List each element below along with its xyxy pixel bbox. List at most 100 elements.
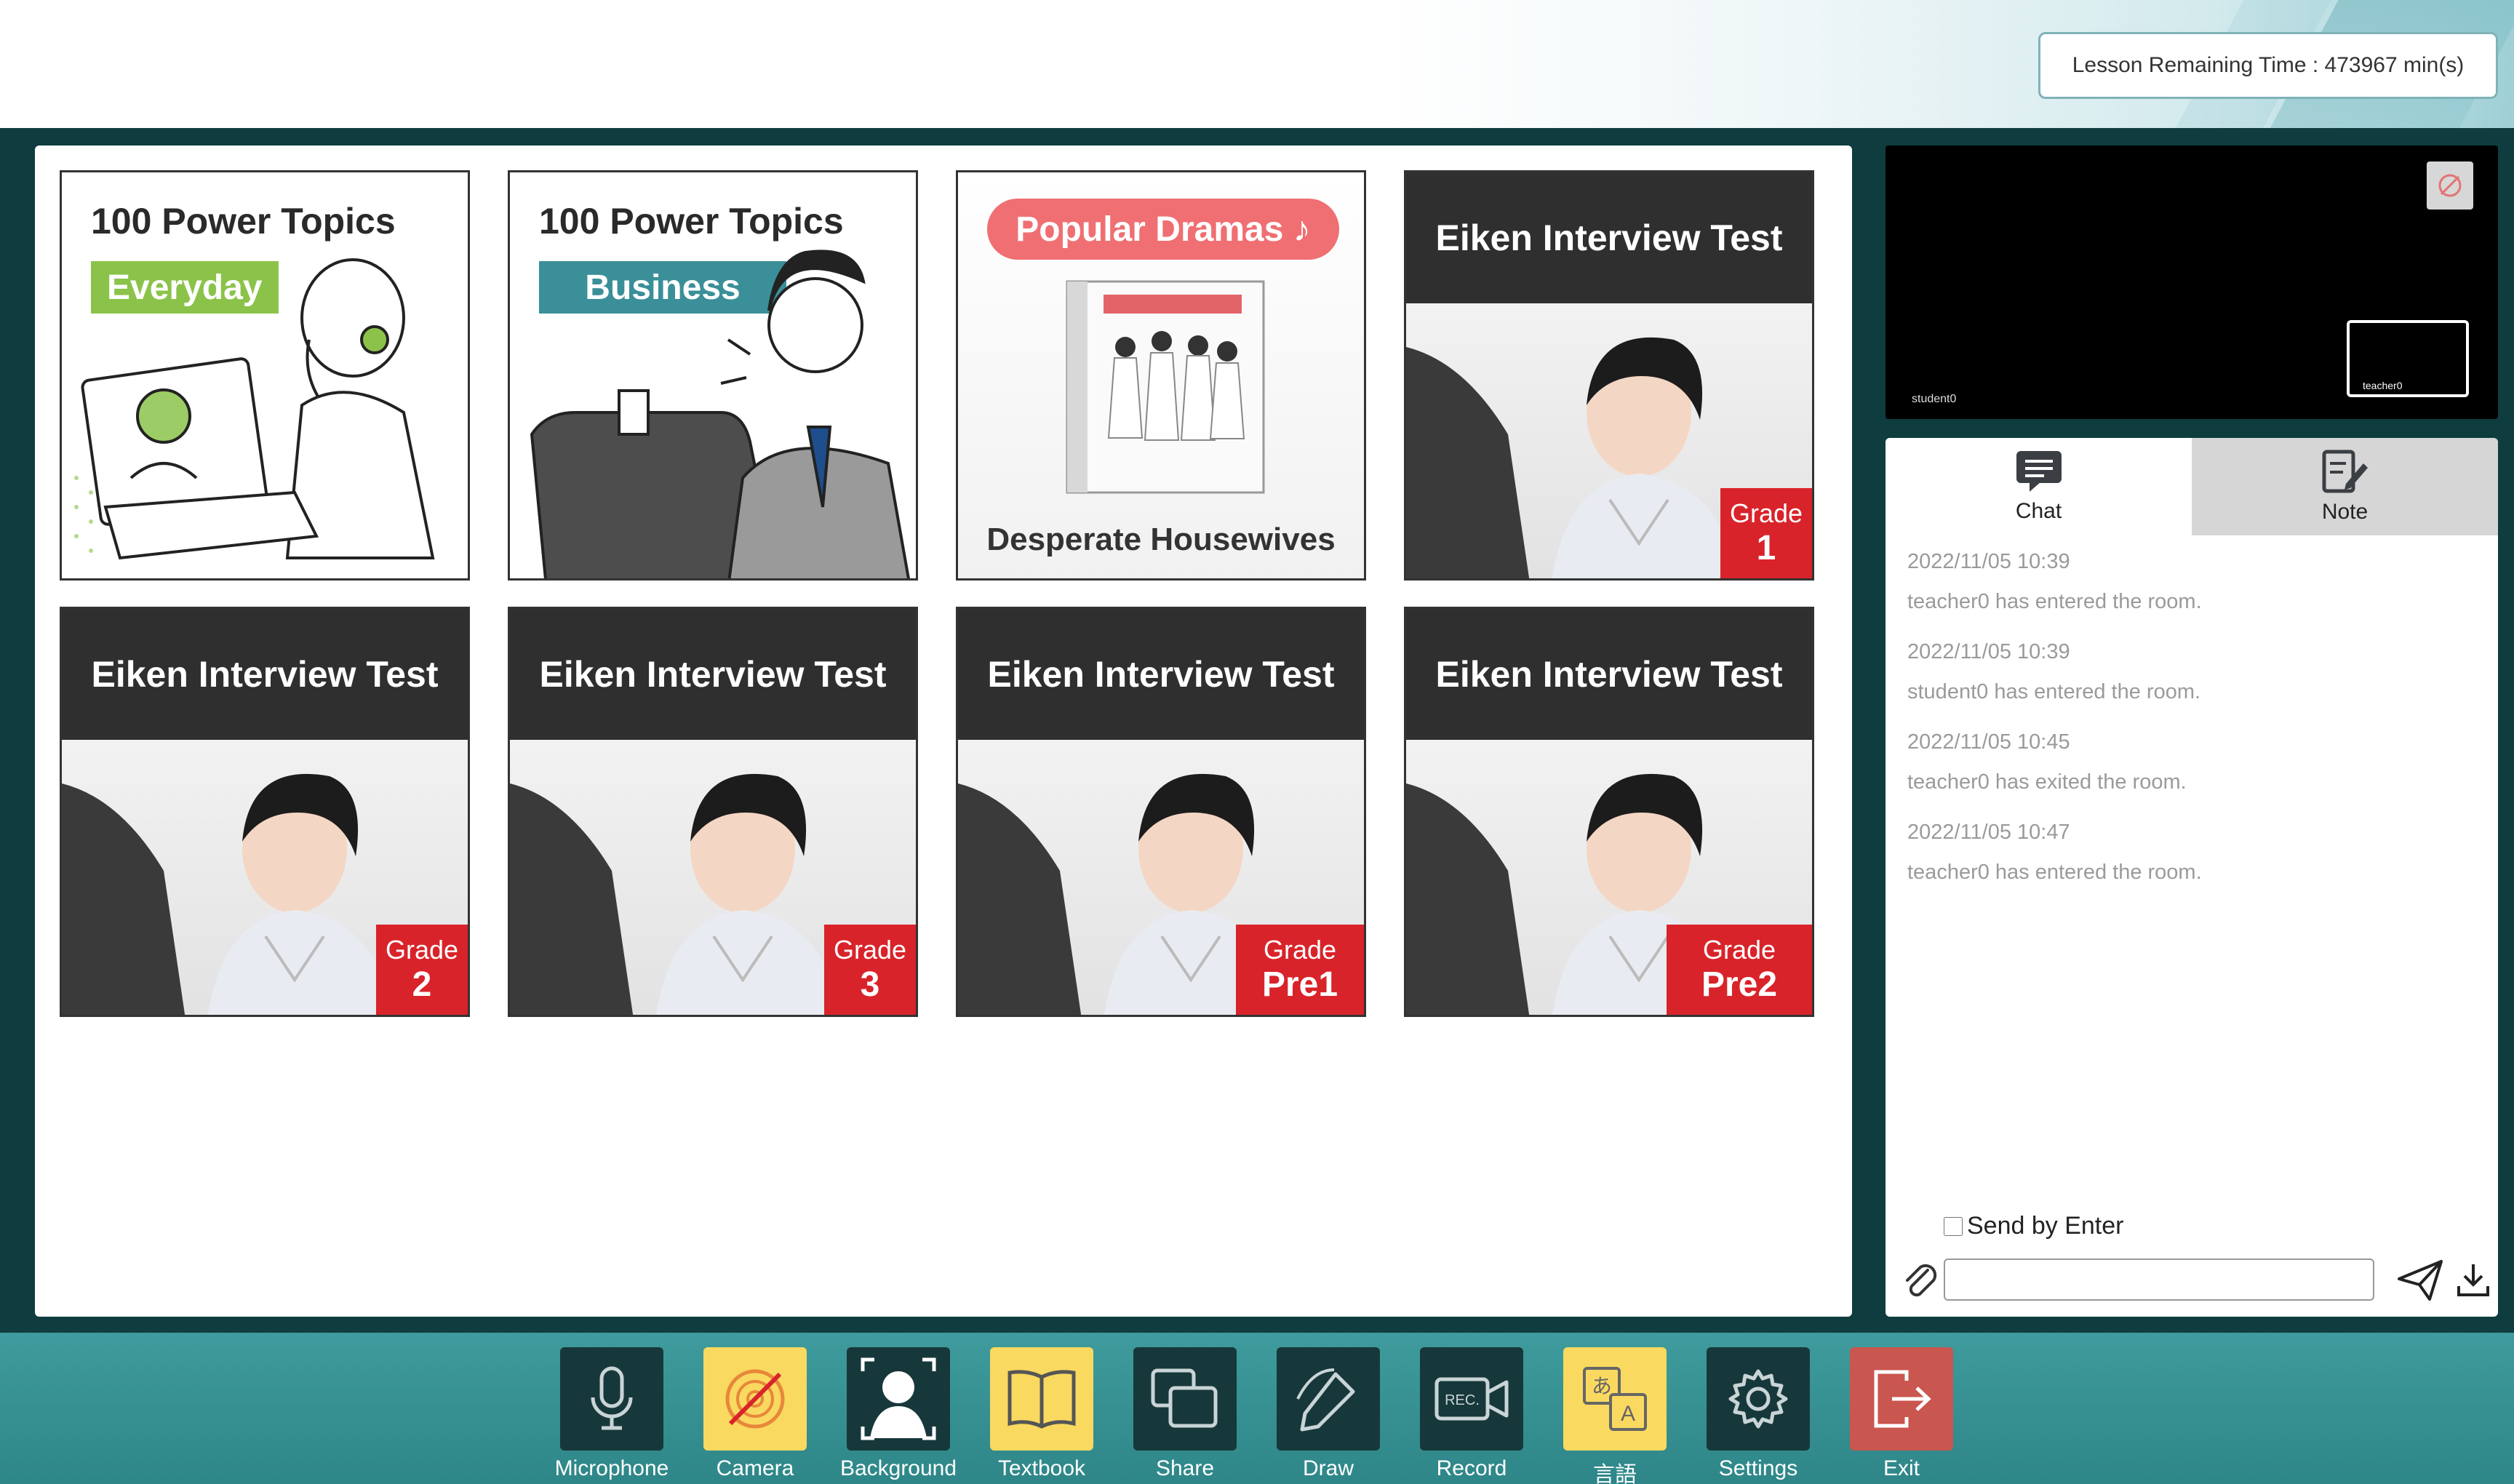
grade-label: Grade — [1729, 498, 1803, 528]
grade-badge: Grade Pre2 — [1667, 925, 1812, 1015]
grade-label: Grade — [385, 934, 459, 965]
bottom-toolbar: Microphone Camera Background Textbook Sh… — [0, 1333, 2514, 1484]
grade-value: 2 — [412, 965, 432, 1005]
message-timestamp: 2022/11/05 10:39 — [1907, 640, 2070, 663]
send-by-enter-label: Send by Enter — [1967, 1212, 2124, 1240]
textbook-card-eiken-grade-3[interactable]: Eiken Interview Test Grade 3 — [508, 607, 918, 1017]
chat-message: 2022/11/05 10:47 teacher0 has entered th… — [1907, 821, 2475, 885]
svg-text:A: A — [1621, 1402, 1635, 1426]
tab-chat-label: Chat — [2015, 499, 2062, 523]
grade-label: Grade — [833, 934, 907, 965]
microphone-button-face[interactable] — [560, 1347, 663, 1451]
language-button[interactable]: あ A 言語 — [1539, 1340, 1681, 1484]
draw-button[interactable]: Draw — [1252, 1340, 1394, 1480]
background-person-icon — [861, 1357, 936, 1440]
textbook-card-popular-dramas[interactable]: Popular Dramas ♪ Desperate Housewives — [956, 170, 1366, 581]
business-call-illustration — [530, 250, 910, 578]
record-label: Record — [1436, 1456, 1507, 1480]
textbook-button-face[interactable] — [990, 1347, 1093, 1451]
chat-message-input[interactable] — [1944, 1258, 2374, 1301]
grade-value: Pre1 — [1261, 965, 1338, 1005]
draw-label: Draw — [1302, 1456, 1354, 1480]
textbook-card-eiken-grade-1[interactable]: Eiken Interview Test Grade 1 — [1404, 170, 1814, 581]
drama-title: Desperate Housewives — [986, 522, 1336, 557]
card-title: Eiken Interview Test — [510, 609, 916, 740]
grade-value: 3 — [860, 965, 880, 1005]
exit-door-icon — [1874, 1370, 1931, 1428]
online-lesson-illustration — [74, 258, 435, 560]
card-title: Eiken Interview Test — [1406, 609, 1812, 740]
chat-message: 2022/11/05 10:39 teacher0 has entered th… — [1907, 550, 2475, 614]
share-button[interactable]: Share — [1109, 1340, 1251, 1480]
camera-off-icon — [725, 1369, 785, 1429]
textbook-card-everyday[interactable]: 100 Power Topics Everyday — [60, 170, 470, 581]
card-title: Eiken Interview Test — [958, 609, 1364, 740]
textbook-button[interactable]: Textbook — [965, 1340, 1108, 1480]
send-by-enter-checkbox[interactable] — [1944, 1216, 1963, 1236]
gear-icon — [1728, 1369, 1788, 1429]
remote-mute-button[interactable] — [2427, 161, 2473, 210]
grade-value: Pre2 — [1701, 965, 1778, 1005]
tab-note-label: Note — [2321, 500, 2369, 524]
mic-off-icon — [2438, 174, 2462, 197]
language-label: 言語 — [1593, 1463, 1637, 1484]
record-button[interactable]: REC. Record — [1395, 1340, 1538, 1480]
settings-button-face[interactable] — [1707, 1347, 1810, 1451]
record-button-face[interactable]: REC. — [1420, 1347, 1523, 1451]
grade-value: 1 — [1756, 529, 1776, 568]
camera-button[interactable]: Camera — [679, 1340, 821, 1480]
message-text: teacher0 has entered the room. — [1907, 861, 2202, 884]
exit-button[interactable]: Exit — [1825, 1340, 1968, 1480]
message-text: student0 has entered the room. — [1907, 680, 2201, 703]
grade-badge: Grade 2 — [376, 925, 468, 1015]
draw-button-face[interactable] — [1277, 1347, 1380, 1451]
grade-badge: Grade 3 — [824, 925, 916, 1015]
camera-label: Camera — [716, 1456, 794, 1480]
textbook-label: Textbook — [997, 1456, 1086, 1480]
share-button-face[interactable] — [1133, 1347, 1237, 1451]
screen-share-icon — [1151, 1368, 1218, 1428]
top-header: Lesson Remaining Time : 473967 min(s) — [0, 0, 2514, 128]
grade-badge: Grade Pre1 — [1236, 925, 1364, 1015]
textbook-card-eiken-grade-2[interactable]: Eiken Interview Test Grade 2 — [60, 607, 470, 1017]
video-area: teacher0 student0 — [1886, 145, 2498, 419]
tab-chat[interactable]: Chat — [1886, 438, 2192, 535]
chat-bubble-icon — [2016, 451, 2062, 492]
textbook-card-eiken-grade-pre2[interactable]: Eiken Interview Test Grade Pre2 — [1404, 607, 1814, 1017]
chat-message: 2022/11/05 10:39 student0 has entered th… — [1907, 640, 2475, 704]
paperclip-icon[interactable] — [1899, 1260, 1939, 1301]
grade-label: Grade — [1263, 934, 1337, 965]
download-icon[interactable] — [2456, 1261, 2491, 1298]
background-button-face[interactable] — [847, 1347, 950, 1451]
record-camera-icon: REC. — [1434, 1377, 1509, 1421]
textbook-card-eiken-grade-pre1[interactable]: Eiken Interview Test Grade Pre1 — [956, 607, 1366, 1017]
translate-icon: あ A — [1583, 1367, 1647, 1431]
language-button-face[interactable]: あ A — [1563, 1347, 1667, 1451]
message-timestamp: 2022/11/05 10:45 — [1907, 730, 2070, 754]
textbook-panel: 100 Power Topics Everyday 100 Power Topi… — [35, 145, 1852, 1317]
book-icon — [1007, 1370, 1076, 1429]
grade-label: Grade — [1702, 934, 1776, 965]
chat-message-list: 2022/11/05 10:39 teacher0 has entered th… — [1907, 550, 2475, 911]
send-by-enter-option[interactable]: Send by Enter — [1944, 1212, 2123, 1240]
svg-text:REC.: REC. — [1445, 1392, 1480, 1408]
microphone-button[interactable]: Microphone — [535, 1340, 678, 1480]
settings-button[interactable]: Settings — [1682, 1340, 1824, 1480]
tab-note[interactable]: Note — [2192, 438, 2498, 535]
exit-button-face[interactable] — [1850, 1347, 1953, 1451]
background-button[interactable]: Background — [822, 1340, 965, 1480]
textbook-card-business[interactable]: 100 Power Topics Business — [508, 170, 918, 581]
message-timestamp: 2022/11/05 10:39 — [1907, 550, 2070, 573]
settings-label: Settings — [1718, 1456, 1798, 1480]
send-icon[interactable] — [2396, 1258, 2444, 1302]
camera-button-face[interactable] — [703, 1347, 807, 1451]
chat-panel: Chat Note 2022/11/05 10:39 teacher0 has … — [1886, 438, 2498, 1317]
dvd-cover-image — [1066, 280, 1265, 494]
message-timestamp: 2022/11/05 10:47 — [1907, 821, 2070, 844]
student-video-label: student0 — [1912, 393, 1957, 405]
grade-badge: Grade 1 — [1720, 488, 1812, 578]
microphone-label: Microphone — [554, 1456, 669, 1480]
teacher-video-tile[interactable]: teacher0 — [2347, 320, 2469, 397]
chat-message: 2022/11/05 10:45 teacher0 has exited the… — [1907, 730, 2475, 794]
message-text: teacher0 has entered the room. — [1907, 590, 2202, 613]
